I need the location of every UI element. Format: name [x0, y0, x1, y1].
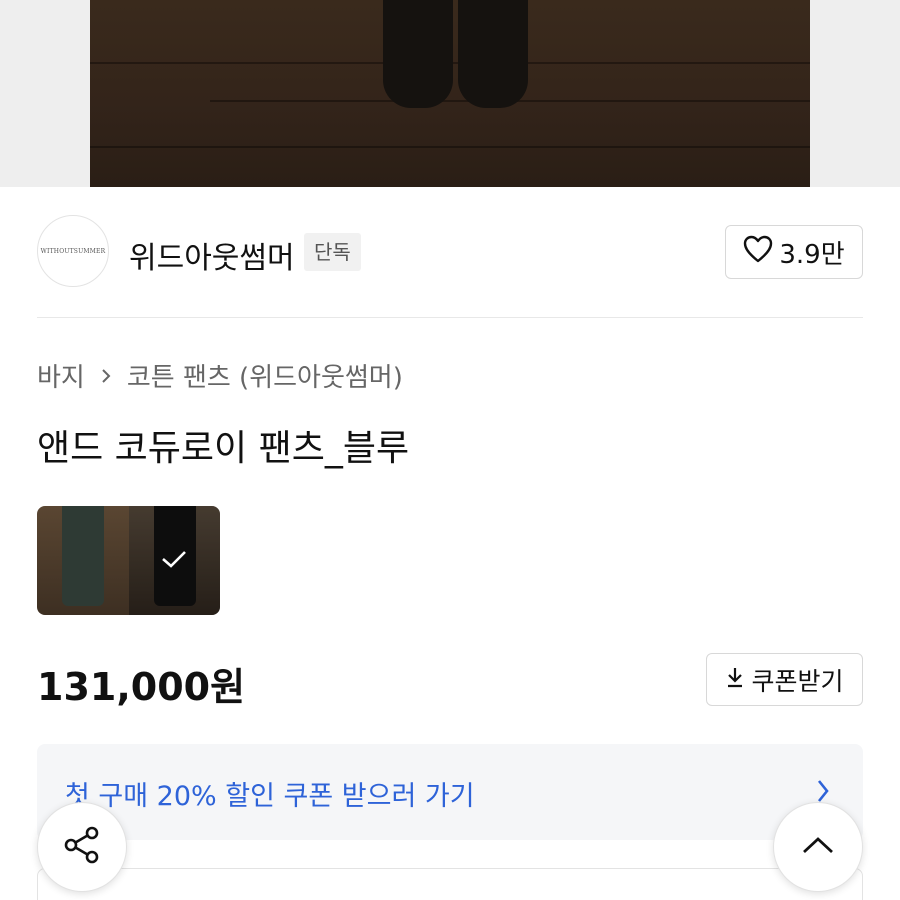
scroll-to-top-button[interactable] [773, 802, 863, 892]
first-purchase-coupon-banner[interactable]: 첫 구매 20% 할인 쿠폰 받으러 가기 [37, 744, 863, 840]
heart-icon [743, 235, 773, 270]
product-title: 앤드 코듀로이 팬츠_블루 [37, 428, 410, 469]
chevron-up-icon [801, 835, 835, 859]
color-option-thumbnail[interactable] [37, 506, 129, 615]
brand-row: WITHOUTSUMMER 위드아웃썸머 단독 3.9만 [37, 215, 863, 289]
brand-logo[interactable]: WITHOUTSUMMER [37, 215, 109, 287]
chevron-right-icon [97, 364, 115, 388]
coupon-button-label: 쿠폰받기 [751, 666, 844, 696]
exclusive-badge: 단독 [304, 233, 361, 271]
hero-photo [90, 0, 810, 187]
download-icon [725, 665, 745, 694]
banner-text: 첫 구매 20% 할인 쿠폰 받으러 가기 [65, 781, 475, 812]
share-button[interactable] [37, 802, 127, 892]
next-section-box [37, 868, 863, 900]
share-icon [60, 823, 104, 871]
breadcrumb-category[interactable]: 바지 [37, 357, 85, 394]
brand-logo-text: WITHOUTSUMMER [40, 247, 106, 255]
product-price: 131,000원 [37, 665, 246, 709]
section-divider [37, 317, 863, 318]
color-options [37, 506, 220, 615]
check-icon [159, 547, 189, 575]
breadcrumb-subcategory[interactable]: 코튼 팬츠 (위드아웃썸머) [127, 357, 403, 394]
like-count: 3.9만 [779, 239, 845, 270]
breadcrumb: 바지 코튼 팬츠 (위드아웃썸머) [37, 357, 403, 394]
brand-name[interactable]: 위드아웃썸머 [129, 233, 295, 277]
brand-like-button[interactable]: 3.9만 [725, 225, 863, 279]
coupon-download-button[interactable]: 쿠폰받기 [706, 653, 863, 706]
product-hero-image [0, 0, 900, 187]
color-option-thumbnail-selected[interactable] [128, 506, 220, 615]
